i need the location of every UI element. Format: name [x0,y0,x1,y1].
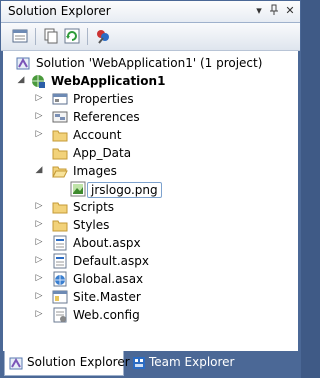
view-class-diagram-icon[interactable] [95,28,111,44]
tree-item-label: Styles [73,218,110,232]
tree-item-label: Global.asax [73,272,144,286]
references-icon [52,109,68,125]
properties-icon[interactable] [12,28,28,44]
tree-item[interactable]: ▷ About.aspx [3,234,298,252]
tree-item[interactable]: ▷ Site.Master [3,288,298,306]
show-all-files-icon[interactable] [43,28,59,44]
expand-arrow-icon[interactable]: ▷ [34,201,44,211]
tree-item[interactable]: ▷ Default.aspx [3,252,298,270]
tab-label: Solution Explorer [27,355,130,369]
window-title: Solution Explorer [8,4,111,18]
expand-arrow-icon[interactable]: ▷ [34,237,44,247]
tab-solution-explorer[interactable]: Solution Explorer [4,351,130,376]
folder-open-icon [52,163,68,179]
expand-arrow-icon[interactable]: ▷ [34,219,44,229]
refresh-icon[interactable] [64,28,80,44]
expand-arrow-icon[interactable]: ▷ [34,291,44,301]
master-file-icon [52,289,68,305]
aspx-file-icon [52,235,68,251]
tree-node-solution[interactable]: Solution 'WebApplication1' (1 project) [3,54,298,72]
expand-arrow-icon[interactable]: ▷ [34,255,44,265]
tab-team-explorer[interactable]: Team Explorer [127,351,237,375]
tree-node-project[interactable]: ◢ WebApplication1 [3,72,298,90]
dropdown-icon[interactable]: ▾ [252,4,266,18]
tree-item[interactable]: ▷ Scripts [3,198,298,216]
tree-item[interactable]: App_Data [3,144,298,162]
tree-item-label: References [73,110,140,124]
collapse-arrow-icon[interactable]: ◢ [16,75,26,85]
tree-item[interactable]: ◢ Images [3,162,298,180]
tree-item[interactable]: ▷ Account [3,126,298,144]
tree-item-label: App_Data [73,146,132,160]
web-project-icon [30,73,46,89]
tree-item[interactable]: ▷ Global.asax [3,270,298,288]
bottom-tabs: Solution Explorer Team Explorer [1,351,300,377]
folder-icon [52,145,68,161]
expand-arrow-icon[interactable]: ▷ [34,111,44,121]
pin-icon[interactable] [267,4,281,18]
tree-item-label: Properties [73,92,134,106]
tree-item-label: Default.aspx [73,254,149,268]
solution-tree: Solution 'WebApplication1' (1 project) ◢… [3,51,298,351]
tree-item-label: Web.config [73,308,140,322]
tree-item[interactable]: ▷ Properties [3,90,298,108]
tab-label: Team Explorer [149,355,235,369]
tree-item-label: Site.Master [73,290,141,304]
solution-explorer-window: Solution Explorer ▾ ✕ Solution 'WebAppli… [0,0,301,378]
properties-folder-icon [52,91,68,107]
tree-item-selected[interactable]: jrslogo.png [3,180,298,198]
solution-explorer-icon [9,355,25,371]
tree-item-label: jrslogo.png [87,182,162,198]
tree-item-label: Images [73,164,117,178]
tree-item[interactable]: ▷ References [3,108,298,126]
aspx-file-icon [52,253,68,269]
collapse-arrow-icon[interactable]: ◢ [34,165,44,175]
folder-icon [52,217,68,233]
toolbar [1,23,300,51]
close-icon[interactable]: ✕ [283,4,297,18]
folder-icon [52,127,68,143]
tree-item-label: Scripts [73,200,115,214]
solution-label: Solution 'WebApplication1' (1 project) [36,56,263,70]
expand-arrow-icon[interactable]: ▷ [34,93,44,103]
title-bar: Solution Explorer ▾ ✕ [1,1,300,23]
expand-arrow-icon[interactable]: ▷ [34,273,44,283]
asax-file-icon [52,271,68,287]
config-file-icon [52,307,68,323]
tree-item[interactable]: ▷ Styles [3,216,298,234]
solution-icon [16,55,32,71]
tree-item-label: About.aspx [73,236,141,250]
expand-arrow-icon[interactable]: ▷ [34,309,44,319]
image-file-icon [70,181,86,197]
project-label: WebApplication1 [51,74,166,88]
tree-item[interactable]: ▷ Web.config [3,306,298,324]
folder-icon [52,199,68,215]
team-explorer-icon [131,355,147,371]
expand-arrow-icon[interactable]: ▷ [34,129,44,139]
tree-item-label: Account [73,128,122,142]
